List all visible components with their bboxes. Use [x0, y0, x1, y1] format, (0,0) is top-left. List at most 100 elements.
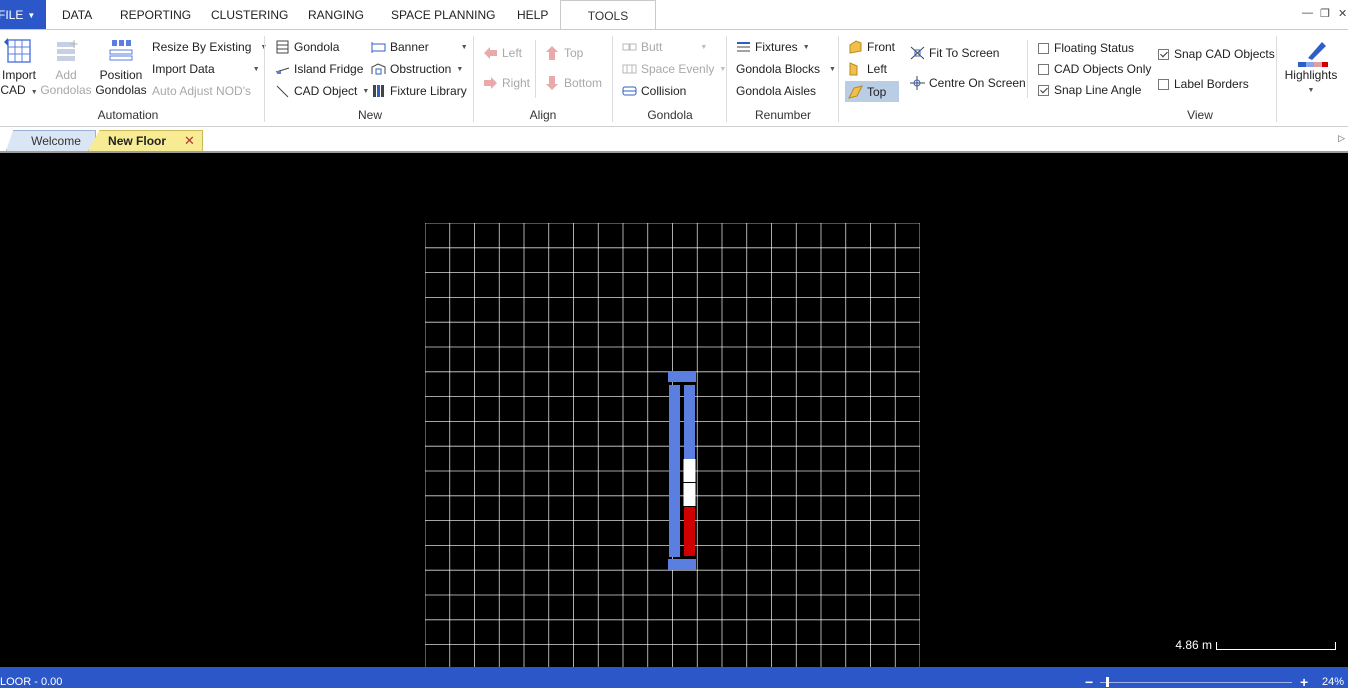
arrow-left-icon	[483, 46, 498, 60]
tab-new-floor[interactable]: New Floor ✕	[88, 130, 203, 151]
view-divider	[1027, 40, 1028, 98]
menu-bar: FILE ▼ DATA REPORTING CLUSTERING RANGING …	[0, 0, 1348, 31]
tab-scroll-right-icon[interactable]: ▷	[1338, 133, 1345, 144]
checkbox-checked[interactable]	[1038, 84, 1049, 96]
cad-objects-only-label: CAD Objects Only	[1054, 62, 1152, 76]
group-label-new: New	[357, 108, 382, 122]
new-obstruction-label: Obstruction	[390, 62, 452, 76]
status-bar: LOOR - 0.00 − + 24%	[0, 667, 1348, 688]
gondola-end-cap-bottom[interactable]	[668, 559, 696, 570]
line-icon	[275, 84, 290, 98]
align-top-button[interactable]: Top	[545, 46, 583, 60]
group-divider	[838, 36, 839, 122]
align-right-button[interactable]: Right	[483, 76, 530, 90]
cad-objects-only-checkbox[interactable]: CAD Objects Only	[1038, 62, 1151, 76]
space-evenly-button[interactable]: Space Evenly ▼	[622, 62, 726, 76]
gondola-icon	[275, 40, 290, 54]
gondola[interactable]	[668, 371, 696, 570]
group-label-view: View	[1187, 108, 1213, 122]
label-borders-label: Label Borders	[1174, 77, 1249, 91]
renumber-gondola-aisles-label: Gondola Aisles	[736, 84, 817, 98]
new-banner-button[interactable]: Banner ▼	[371, 40, 468, 54]
menu-data[interactable]: DATA	[62, 0, 92, 30]
align-left-label: Left	[502, 46, 523, 60]
view-left-button[interactable]: Left	[848, 62, 887, 76]
close-tab-icon[interactable]: ✕	[184, 133, 195, 149]
view-front-button[interactable]: Front	[848, 40, 895, 54]
gondola-shelf-empty[interactable]	[683, 459, 696, 482]
file-menu-button[interactable]: FILE ▼	[0, 0, 46, 30]
align-bottom-button[interactable]: Bottom	[545, 76, 602, 90]
zoom-slider-thumb[interactable]	[1106, 677, 1109, 687]
zoom-slider-track[interactable]	[1100, 682, 1292, 683]
gondola-bay-left[interactable]	[669, 385, 680, 557]
collision-label: Collision	[641, 84, 687, 98]
view-front-label: Front	[867, 40, 896, 54]
highlights-button[interactable]: Highlights ▼	[1282, 36, 1340, 98]
group-label-renumber: Renumber	[754, 108, 812, 122]
import-data-button[interactable]: Import Data ▼	[152, 62, 260, 76]
renumber-gondola-aisles-button[interactable]: Gondola Aisles	[736, 84, 816, 98]
fit-to-screen-button[interactable]: Fit To Screen	[910, 46, 999, 60]
snap-cad-objects-label: Snap CAD Objects	[1174, 47, 1275, 61]
new-gondola-button[interactable]: Gondola	[275, 40, 339, 54]
auto-adjust-nods-button[interactable]: Auto Adjust NOD's	[152, 84, 251, 98]
menu-ranging[interactable]: RANGING	[308, 0, 364, 30]
position-gondolas-button[interactable]: Position Gondolas	[95, 36, 147, 98]
collision-button[interactable]: Collision	[622, 84, 686, 98]
scale-bar	[1216, 642, 1336, 650]
label-borders-checkbox[interactable]: Label Borders	[1158, 77, 1249, 91]
position-gondolas-icon	[106, 36, 136, 66]
new-island-fridge-button[interactable]: Island Fridge	[275, 62, 363, 76]
arrow-up-icon	[545, 46, 560, 60]
menu-space-planning[interactable]: SPACE PLANNING	[391, 0, 495, 30]
view-top-button[interactable]: Top	[845, 81, 899, 102]
checkbox-unchecked[interactable]	[1038, 42, 1049, 54]
checkbox-unchecked[interactable]	[1038, 63, 1049, 75]
add-gondolas-button[interactable]: + Add Gondolas	[40, 36, 92, 98]
view-top-label: Top	[867, 84, 887, 99]
new-island-fridge-label: Island Fridge	[294, 62, 364, 76]
menu-reporting[interactable]: REPORTING	[120, 0, 191, 30]
gondola-end-cap-top[interactable]	[668, 371, 696, 382]
floating-status-checkbox[interactable]: Floating Status	[1038, 41, 1134, 55]
zoom-in-button[interactable]: +	[1300, 674, 1308, 688]
close-icon[interactable]: ✕	[1338, 7, 1347, 20]
checkbox-unchecked[interactable]	[1158, 78, 1169, 90]
chevron-down-icon: ▼	[362, 87, 370, 95]
renumber-fixtures-button[interactable]: Fixtures ▼	[736, 40, 810, 54]
minimize-icon[interactable]: —	[1302, 7, 1313, 19]
chevron-down-icon: ▼	[27, 10, 36, 20]
add-gondolas-icon: +	[51, 36, 81, 66]
chevron-down-icon: ▼	[460, 43, 468, 51]
align-right-label: Right	[502, 76, 531, 90]
tab-welcome[interactable]: Welcome	[6, 130, 96, 151]
snap-line-angle-checkbox[interactable]: Snap Line Angle	[1038, 83, 1141, 97]
resize-by-existing-button[interactable]: Resize By Existing▼	[152, 40, 267, 54]
restore-icon[interactable]: ❐	[1320, 7, 1330, 20]
checkbox-checked[interactable]	[1158, 48, 1169, 60]
gondola-shelf-alert[interactable]	[684, 507, 695, 556]
import-cad-button[interactable]: Import CAD ▼	[0, 36, 38, 100]
floor-canvas[interactable]: 4.86 m	[0, 153, 1348, 667]
chevron-down-icon: ▼	[252, 65, 260, 73]
menu-help[interactable]: HELP	[517, 0, 548, 30]
menu-clustering[interactable]: CLUSTERING	[211, 0, 288, 30]
tab-new-floor-label: New Floor	[108, 134, 167, 148]
new-cad-object-button[interactable]: CAD Object ▼	[275, 84, 369, 98]
new-banner-label: Banner	[390, 40, 429, 54]
zoom-out-button[interactable]: −	[1085, 674, 1093, 688]
import-cad-label-1: Import	[1, 68, 36, 82]
butt-button[interactable]: Butt ▼	[622, 40, 707, 54]
centre-on-screen-button[interactable]: Centre On Screen	[910, 76, 1026, 90]
renumber-gondola-blocks-button[interactable]: Gondola Blocks ▼	[736, 62, 836, 76]
menu-tools[interactable]: TOOLS	[560, 0, 656, 31]
gondola-shelf-empty[interactable]	[683, 483, 696, 506]
add-gondolas-label-1: Add	[55, 68, 77, 82]
align-bottom-label: Bottom	[564, 76, 603, 90]
snap-cad-objects-checkbox[interactable]: Snap CAD Objects	[1158, 47, 1275, 61]
new-obstruction-button[interactable]: Obstruction ▼	[371, 62, 463, 76]
align-left-button[interactable]: Left	[483, 46, 522, 60]
fixture-library-button[interactable]: Fixture Library	[371, 84, 467, 98]
gondola-bay-right-top[interactable]	[684, 385, 695, 459]
